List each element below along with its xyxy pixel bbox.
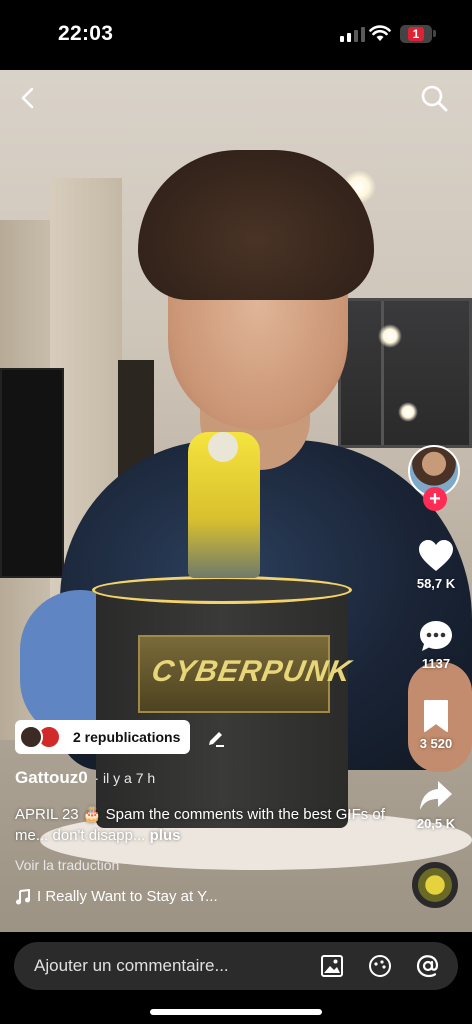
avatar [19, 725, 43, 749]
pencil-icon [209, 732, 224, 747]
republications-label: 2 republications [73, 729, 181, 745]
mention-icon[interactable] [416, 954, 440, 978]
tiktok-video-screen: 22:03 1 CYBERPUNK + 58,7 K 1137 3 520 20… [0, 0, 472, 1024]
cellular-signal-icon [340, 26, 365, 42]
wifi-icon [369, 25, 391, 41]
share-arrow-icon [420, 781, 452, 810]
home-indicator [150, 1009, 322, 1015]
username-text: Gattouz0 [15, 768, 88, 787]
music-title: I Really Want to Stay at Y... [37, 888, 218, 905]
save-count: 3 520 [419, 736, 453, 751]
battery-icon: 1 [400, 25, 432, 43]
music-track[interactable]: I Really Want to Stay at Y... [15, 888, 218, 905]
comment-count: 1137 [421, 656, 451, 671]
status-time: 22:03 [58, 22, 114, 45]
battery-level: 1 [407, 27, 425, 41]
plus-icon: + [429, 488, 441, 510]
music-disc-icon[interactable] [412, 862, 458, 908]
comment-button[interactable]: 1137 [400, 619, 472, 671]
comment-input[interactable] [34, 956, 304, 976]
share-count: 20,5 K [416, 816, 456, 831]
cake-label: CYBERPUNK [138, 635, 354, 713]
like-button[interactable]: 58,7 K [400, 539, 472, 591]
bookmark-icon [424, 700, 448, 732]
follow-button[interactable]: + [423, 487, 447, 511]
comment-bubble-icon [420, 621, 452, 651]
search-icon[interactable] [420, 84, 448, 112]
edit-button[interactable] [200, 722, 232, 754]
comment-box [14, 942, 458, 990]
caption-text: APRIL 23 🎂 Spam the comments with the be… [15, 806, 385, 844]
share-button[interactable]: 20,5 K [400, 779, 472, 831]
like-count: 58,7 K [416, 576, 456, 591]
emoji-icon[interactable] [368, 954, 392, 978]
status-bar: 22:03 1 [0, 0, 472, 70]
post-caption[interactable]: APRIL 23 🎂 Spam the comments with the be… [15, 804, 385, 846]
republications-chip[interactable]: 2 republications [15, 720, 191, 754]
chevron-left-icon[interactable] [16, 86, 40, 110]
music-note-icon [16, 888, 30, 904]
see-translation-link[interactable]: Voir la traduction [15, 857, 119, 873]
person-hair [138, 150, 374, 300]
creator-username[interactable]: Gattouz0 · il y a 7 h [15, 768, 155, 788]
heart-icon [419, 540, 453, 571]
comment-bar [0, 932, 472, 1024]
post-time: · il y a 7 h [94, 770, 156, 786]
save-button[interactable]: 3 520 [400, 699, 472, 751]
image-icon[interactable] [320, 954, 344, 978]
cake-label-text: CYBERPUNK [149, 655, 355, 688]
caption-more-link[interactable]: plus [150, 827, 181, 844]
tv-screen [0, 368, 64, 578]
